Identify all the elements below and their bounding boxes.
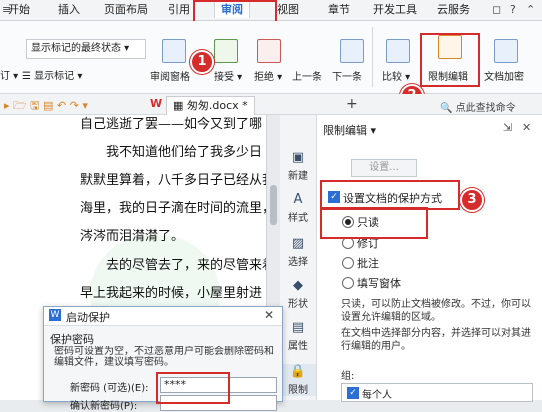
menu-chapter[interactable]: 章节 [328, 2, 350, 18]
password-section-label: 保护密码 [50, 333, 94, 346]
document-encrypt-button[interactable]: 文档加密 [484, 68, 524, 83]
restrict-edit-panel: 限制编辑 ▾ ⇲ ✕ 设置... ✓ 设置文档的保护方式 只读 修订 批注 填写… [317, 115, 542, 402]
menu-view[interactable]: 视图 [277, 2, 299, 18]
menu-reference[interactable]: 引用 [168, 2, 190, 18]
menu-insert[interactable]: 插入 [58, 2, 80, 18]
accept-button[interactable]: 接受 ▾ [214, 68, 242, 83]
accept-icon [214, 39, 238, 63]
option-fill-form-label: 填写窗体 [357, 277, 401, 290]
style-icon: A [293, 192, 303, 207]
doc-paragraph-line: 海里，我的日子滴在时间的流里， [80, 201, 266, 216]
property-icon: ▤ [291, 320, 305, 335]
shape-icon: ◆ [293, 278, 303, 293]
panel-title[interactable]: 限制编辑 ▾ [323, 122, 376, 138]
password-note: 密码可设置为空，不过恶意用户可能会删除密码和编辑文件，建议填写密码。 [54, 346, 274, 368]
callout-box-restrict-edit [420, 33, 480, 87]
sidebar-item-shape[interactable]: ◆ 形状 [280, 278, 316, 310]
new-icon: ▣ [291, 150, 305, 165]
readonly-description: 只读，可以防止文档被修改。不过，你可以设置允许编辑的区域。 [341, 299, 531, 323]
option-comment-label: 批注 [357, 257, 379, 270]
reject-button[interactable]: 拒绝 ▾ [254, 68, 282, 83]
wps-app-icon: W [49, 309, 61, 321]
confirm-password-label: 确认新密码(P): [70, 401, 138, 412]
callout-badge-3: 3 [460, 188, 484, 212]
doc-paragraph-line: 早上我起来的时候，小屋里射进 [80, 286, 263, 301]
quick-tools-icons[interactable]: ▸ 🗁 🖫 ▤ ↶ ↷ ▾ [4, 97, 88, 116]
doc-paragraph-line: 自己逃逝了罢——如今又到了哪 [80, 117, 263, 132]
sidebar-item-restrict[interactable]: 🔒 限制 [280, 364, 316, 396]
sidebar-item-new[interactable]: ▣ 新建 [280, 150, 316, 182]
menu-cloud[interactable]: 云服务 [437, 2, 470, 18]
radio-fill-form[interactable] [342, 277, 354, 289]
restrict-lock-icon: 🔒 [289, 364, 307, 379]
dialog-title: 启动保护 [66, 311, 110, 324]
panel-pin-icon[interactable]: ⇲ [503, 121, 512, 134]
settings-button[interactable]: 设置... [351, 159, 417, 177]
dialog-close-icon[interactable]: ✕ [264, 308, 274, 322]
next-change-button[interactable]: 下一条 [332, 68, 362, 83]
group-list[interactable]: ✓ 每个人 [341, 383, 533, 402]
help-icon[interactable]: ? [510, 3, 516, 16]
everyone-checkbox[interactable]: ✓ [347, 387, 359, 399]
select-users-description: 在文档中选择部分内容，并选择可以对其进行编辑的用户。 [341, 328, 531, 352]
ribbon-divider [372, 27, 373, 87]
callout-box-password [156, 372, 230, 404]
sidebar-item-style[interactable]: A 样式 [280, 192, 316, 224]
markup-state-dropdown[interactable]: 显示标记的最终状态 ▾ [26, 39, 146, 59]
review-pane-button[interactable]: 审阅窗格 [150, 68, 190, 83]
callout-badge-1: 1 [190, 50, 214, 74]
doc-paragraph-line: 我不知道他们给了我多少日 [106, 145, 263, 160]
menu-page-layout[interactable]: 页面布局 [104, 2, 148, 18]
new-tab-icon[interactable]: + [346, 96, 358, 112]
document-tab[interactable]: ▦ 匆匆.docx * [166, 96, 255, 115]
callout-box-readonly [320, 207, 428, 239]
menu-start[interactable]: 开始 [8, 2, 30, 18]
select-icon: ▨ [291, 236, 305, 251]
group-label: 组: [341, 371, 355, 382]
dialog-title-bar: W 启动保护 ✕ [44, 307, 282, 326]
search-command[interactable]: 🔍 点此查找命令 [440, 99, 516, 114]
document-encrypt-icon [494, 39, 518, 63]
previous-change-button[interactable]: 上一条 [292, 68, 322, 83]
new-password-label: 新密码 (可选)(E): [70, 383, 149, 394]
panel-close-icon[interactable]: ✕ [522, 121, 531, 134]
scrollbar-thumb[interactable] [270, 185, 277, 225]
sidebar-item-property[interactable]: ▤ 属性 [280, 320, 316, 352]
restore-icon[interactable]: ◻ [492, 3, 501, 16]
doc-paragraph-line: 去的尽管去了，来的尽管来着 [106, 258, 266, 273]
next-change-icon [340, 39, 364, 63]
doc-paragraph-line: 涔涔而泪潸潸了。 [80, 229, 185, 244]
collapse-icon[interactable]: ⌃ [526, 3, 535, 16]
track-changes-button[interactable]: 订 ▾ [0, 67, 18, 82]
doc-paragraph-line: 默默里算着，八千多日子已经从我 [80, 173, 266, 188]
everyone-label: 每个人 [362, 390, 392, 401]
menu-dev-tools[interactable]: 开发工具 [373, 2, 417, 18]
radio-comment[interactable] [342, 257, 354, 269]
review-pane-icon [162, 39, 186, 63]
sidebar-item-select[interactable]: ▨ 选择 [280, 236, 316, 268]
callout-box-protect [320, 180, 460, 210]
compare-icon [386, 39, 410, 63]
show-markup-button[interactable]: ☰ 显示标记 ▾ [22, 67, 82, 82]
wps-logo-icon: W [150, 97, 163, 110]
reject-icon [257, 39, 281, 63]
compare-button[interactable]: 比较 ▾ [382, 68, 410, 83]
